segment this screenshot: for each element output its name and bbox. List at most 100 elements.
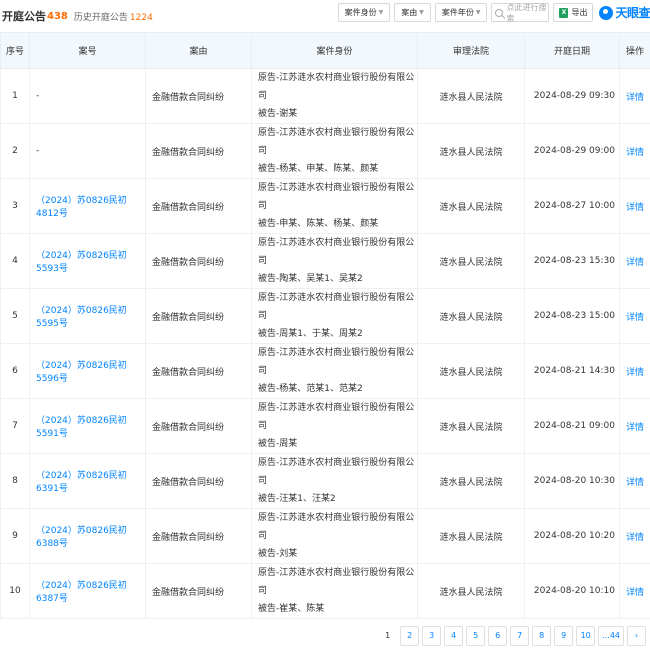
plaintiff: 原告-江苏涟水农村商业银行股份有限公司 (258, 458, 415, 486)
row-index: 10 (0, 563, 30, 619)
case-number-cell[interactable]: （2024）苏0826民初5593号 (29, 233, 146, 289)
case-reason: 金融借款合同纠纷 (145, 68, 252, 124)
column-header-reason: 案由 (145, 32, 252, 69)
history-label[interactable]: 历史开庭公告 (74, 13, 128, 23)
case-number[interactable]: （2024）苏0826民初5593号 (36, 251, 127, 274)
reason-filter[interactable]: 案由 ▼ (394, 3, 431, 22)
detail-link[interactable]: 详情 (619, 453, 650, 509)
hearing-date: 2024-08-20 10:20 (524, 508, 620, 564)
case-parties: 原告-江苏涟水农村商业银行股份有限公司 被告-杨某、范某1、范某2 (251, 343, 418, 399)
row-index: 7 (0, 398, 30, 454)
case-number-cell[interactable]: （2024）苏0826民初6388号 (29, 508, 146, 564)
detail-link[interactable]: 详情 (619, 288, 650, 344)
case-number: - (36, 91, 40, 101)
case-number-cell[interactable]: （2024）苏0826民初5591号 (29, 398, 146, 454)
year-filter-label[interactable]: 案件年份 (442, 7, 474, 18)
case-number[interactable]: （2024）苏0826民初5595号 (36, 306, 127, 329)
row-index: 8 (0, 453, 30, 509)
page-3[interactable]: 3 (422, 626, 442, 646)
table-row: 6 （2024）苏0826民初5596号 金融借款合同纠纷 原告-江苏涟水农村商业银行… (0, 343, 650, 399)
case-reason: 金融借款合同纠纷 (145, 563, 252, 619)
column-header-court: 审理法院 (417, 32, 525, 69)
export-label[interactable]: 导出 (571, 7, 587, 18)
column-header-index: 序号 (0, 32, 30, 69)
table-row: 3 （2024）苏0826民初4812号 金融借款合同纠纷 原告-江苏涟水农村商业银行… (0, 178, 650, 234)
defendant: 被告-崔某、陈某 (258, 604, 325, 614)
case-number[interactable]: （2024）苏0826民初5596号 (36, 361, 127, 384)
case-reason: 金融借款合同纠纷 (145, 398, 252, 454)
page-6[interactable]: 6 (488, 626, 508, 646)
detail-link[interactable]: 详情 (619, 178, 650, 234)
row-index: 9 (0, 508, 30, 564)
table-row: 7 （2024）苏0826民初5591号 金融借款合同纠纷 原告-江苏涟水农村商业银行… (0, 398, 650, 454)
case-reason: 金融借款合同纠纷 (145, 178, 252, 234)
court: 涟水县人民法院 (417, 343, 525, 399)
pagination: 1 2 3 4 5 6 7 8 9 10 ...44 › (378, 626, 646, 646)
year-filter[interactable]: 案件年份 ▼ (434, 3, 488, 22)
detail-link[interactable]: 详情 (619, 68, 650, 124)
case-number[interactable]: （2024）苏0826民初4812号 (36, 196, 127, 219)
case-number-cell[interactable]: （2024）苏0826民初4812号 (29, 178, 146, 234)
page-9[interactable]: 9 (554, 626, 574, 646)
defendant: 被告-杨某、申某、陈某、颜某 (258, 164, 379, 174)
plaintiff: 原告-江苏涟水农村商业银行股份有限公司 (258, 403, 415, 431)
hearing-date: 2024-08-23 15:30 (524, 233, 620, 289)
case-number[interactable]: （2024）苏0826民初6391号 (36, 471, 127, 494)
detail-link[interactable]: 详情 (619, 343, 650, 399)
case-reason: 金融借款合同纠纷 (145, 453, 252, 509)
detail-link[interactable]: 详情 (619, 123, 650, 179)
court: 涟水县人民法院 (417, 288, 525, 344)
search-placeholder[interactable]: 点此进行搜索 (506, 2, 548, 24)
table-row: 1- 金融借款合同纠纷 原告-江苏涟水农村商业银行股份有限公司 被告-谢某 涟水县人民法… (0, 68, 650, 124)
defendant: 被告-汪某1、汪某2 (258, 494, 336, 504)
defendant: 被告-杨某、范某1、范某2 (258, 384, 363, 394)
case-parties: 原告-江苏涟水农村商业银行股份有限公司 被告-周某1、于某、周某2 (251, 288, 418, 344)
case-number-cell[interactable]: （2024）苏0826民初5596号 (29, 343, 146, 399)
column-header-date: 开庭日期 (524, 32, 620, 69)
hearing-date: 2024-08-21 09:00 (524, 398, 620, 454)
defendant: 被告-陶某、吴某1、吴某2 (258, 274, 363, 284)
hearing-date: 2024-08-29 09:00 (524, 123, 620, 179)
case-number[interactable]: （2024）苏0826民初6387号 (36, 581, 127, 604)
column-header-identity: 案件身份 (251, 32, 418, 69)
defendant: 被告-周某 (258, 439, 298, 449)
detail-link[interactable]: 详情 (619, 563, 650, 619)
case-number[interactable]: （2024）苏0826民初5591号 (36, 416, 127, 439)
case-reason: 金融借款合同纠纷 (145, 508, 252, 564)
case-number-cell[interactable]: （2024）苏0826民初6387号 (29, 563, 146, 619)
defendant: 被告-刘某 (258, 549, 298, 559)
detail-link[interactable]: 详情 (619, 508, 650, 564)
case-number-cell[interactable]: （2024）苏0826民初5595号 (29, 288, 146, 344)
detail-link[interactable]: 详情 (619, 398, 650, 454)
case-number[interactable]: （2024）苏0826民初6388号 (36, 526, 127, 549)
defendant: 被告-周某1、于某、周某2 (258, 329, 363, 339)
export-button[interactable]: X 导出 (553, 3, 594, 22)
reason-filter-label[interactable]: 案由 (401, 7, 417, 18)
page-5[interactable]: 5 (466, 626, 486, 646)
case-reason: 金融借款合同纠纷 (145, 343, 252, 399)
hearing-date: 2024-08-20 10:30 (524, 453, 620, 509)
hearing-date: 2024-08-27 10:00 (524, 178, 620, 234)
next-page-button[interactable]: › (627, 626, 646, 646)
court: 涟水县人民法院 (417, 68, 525, 124)
page-7[interactable]: 7 (510, 626, 530, 646)
identity-filter-label[interactable]: 案件身份 (345, 7, 377, 18)
case-parties: 原告-江苏涟水农村商业银行股份有限公司 被告-刘某 (251, 508, 418, 564)
page-2[interactable]: 2 (400, 626, 420, 646)
page-last[interactable]: ...44 (598, 626, 624, 646)
history-link[interactable]: 历史开庭公告 1224 (74, 10, 153, 23)
page-8[interactable]: 8 (532, 626, 552, 646)
page-4[interactable]: 4 (444, 626, 464, 646)
page-title: 开庭公告 (2, 10, 46, 23)
identity-filter[interactable]: 案件身份 ▼ (337, 3, 391, 22)
search-input[interactable]: 点此进行搜索 (491, 2, 550, 24)
logo-eye-icon (599, 5, 614, 20)
case-number-cell[interactable]: （2024）苏0826民初6391号 (29, 453, 146, 509)
table-row: 9 （2024）苏0826民初6388号 金融借款合同纠纷 原告-江苏涟水农村商业银行… (0, 508, 650, 564)
history-count[interactable]: 1224 (130, 13, 153, 23)
detail-link[interactable]: 详情 (619, 233, 650, 289)
page-10[interactable]: 10 (576, 626, 596, 646)
hearing-date: 2024-08-21 14:30 (524, 343, 620, 399)
plaintiff: 原告-江苏涟水农村商业银行股份有限公司 (258, 128, 415, 156)
row-index: 6 (0, 343, 30, 399)
